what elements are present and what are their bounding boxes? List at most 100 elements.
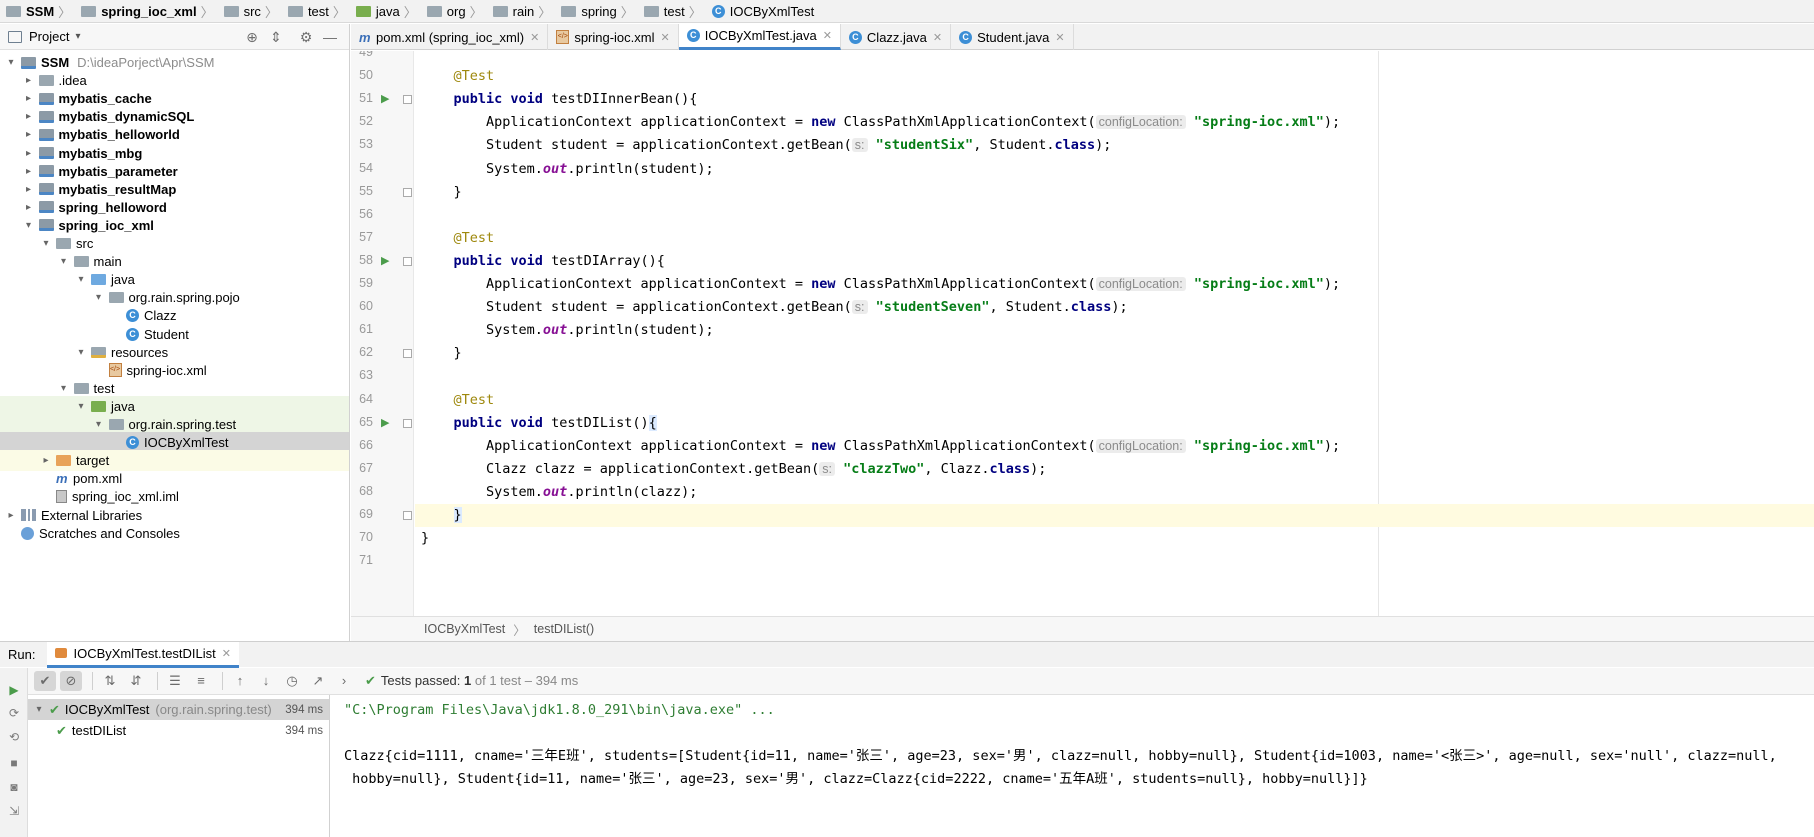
run-config-tab[interactable]: IOCByXmlTest.testDIList ✕ [47,641,239,668]
chevron-right-icon[interactable]: ▸ [22,202,36,213]
code-line[interactable]: public void testDIArray(){ [421,250,665,273]
export-icon[interactable]: ⇲ [7,804,21,818]
editor-breadcrumb-item[interactable]: IOCByXmlTest [424,622,505,636]
breadcrumb-item[interactable]: spring_ioc_xml 〉 [81,0,223,23]
code-line[interactable]: @Test [421,227,495,250]
run-test-icon[interactable]: ▶ [381,93,393,105]
chevron-down-icon[interactable]: ▾ [4,57,18,68]
run-test-icon[interactable]: ▶ [381,255,393,267]
code-line[interactable]: public void testDIList(){ [421,412,657,435]
close-icon[interactable]: ✕ [661,31,670,44]
chevron-right-icon[interactable]: › [333,671,355,691]
code-line[interactable]: System.out.println(clazz); [421,481,697,504]
close-icon[interactable]: ✕ [1055,31,1064,44]
locate-icon[interactable]: ⊕ [244,29,260,45]
code-line[interactable]: } [421,181,462,204]
close-icon[interactable]: ✕ [933,31,942,44]
run-test-icon[interactable]: ▶ [381,417,393,429]
code-line[interactable]: @Test [421,65,495,88]
chevron-down-icon[interactable]: ▾ [39,238,53,249]
close-icon[interactable]: ✕ [530,31,539,44]
editor-tab[interactable]: </> spring-ioc.xml ✕ [548,24,679,50]
sort-alphabetically-icon[interactable]: ⇅ [99,671,121,691]
console-output[interactable]: "C:\Program Files\Java\jdk1.8.0_291\bin\… [331,695,1814,837]
fold-marker-icon[interactable] [403,349,412,359]
chevron-right-icon[interactable]: ▸ [22,75,36,86]
code-line[interactable]: public void testDIInnerBean(){ [421,88,698,111]
code-line[interactable]: @Test [421,389,495,412]
editor-tab[interactable]: C Student.java ✕ [951,24,1074,50]
show-ignored-icon[interactable]: ⊘ [60,671,82,691]
editor-breadcrumb-item[interactable]: testDIList() [534,622,594,636]
gear-icon[interactable]: ⚙ [298,29,314,45]
breadcrumb-item[interactable]: java 〉 [355,0,427,23]
collapse-all-icon[interactable]: ≡ [190,671,212,691]
chevron-down-icon[interactable]: ▾ [74,401,88,412]
code-line[interactable]: } [421,342,462,365]
project-tree-item[interactable]: Scratches and Consoles [0,523,349,544]
fold-marker-icon[interactable] [403,418,412,428]
chevron-down-icon[interactable]: ▾ [57,256,71,267]
code-line[interactable]: ApplicationContext applicationContext = … [421,111,1340,134]
breadcrumb-item[interactable]: test 〉 [643,0,712,23]
chevron-right-icon[interactable]: ▸ [4,510,18,521]
chevron-down-icon[interactable]: ▾ [74,274,88,285]
expand-all-icon[interactable]: ☰ [164,671,186,691]
breadcrumb-item[interactable]: src 〉 [223,0,288,23]
export-results-icon[interactable]: ↗ [307,671,329,691]
fold-marker-icon[interactable] [403,256,412,266]
code-line[interactable]: Student student = applicationContext.get… [421,296,1128,319]
test-result-item[interactable]: ✔ testDIList 394 ms [28,720,329,741]
chevron-down-icon[interactable]: ▾ [32,704,46,715]
chevron-down-icon[interactable]: ▾ [74,347,88,358]
breadcrumb-item[interactable]: rain 〉 [492,0,562,23]
chevron-right-icon[interactable]: ▸ [22,129,36,140]
test-result-item[interactable]: ▾ ✔ IOCByXmlTest (org.rain.spring.test) 394 … [28,699,329,720]
breadcrumb-item[interactable]: SSM 〉 [6,0,81,23]
breadcrumb-item[interactable]: spring 〉 [561,0,643,23]
chevron-right-icon[interactable]: ▸ [39,455,53,466]
hide-icon[interactable]: — [322,29,338,45]
code-line[interactable]: } [415,504,1814,527]
chevron-right-icon[interactable]: ▸ [22,111,36,122]
fold-marker-icon[interactable] [403,187,412,197]
project-view-selector[interactable]: Project [29,29,69,44]
breadcrumb-item[interactable]: C IOCByXmlTest [711,0,819,23]
editor-tab[interactable]: m pom.xml (spring_ioc_xml) ✕ [351,24,549,50]
chevron-down-icon[interactable]: ▾ [92,292,106,303]
rerun-icon[interactable]: ▶ [7,683,21,697]
fold-marker-icon[interactable] [403,511,412,520]
chevron-down-icon[interactable]: ▾ [75,31,80,42]
code-line[interactable]: System.out.println(student); [421,319,714,342]
code-line[interactable]: ApplicationContext applicationContext = … [421,435,1340,458]
editor-tab[interactable]: C Clazz.java ✕ [841,24,952,50]
code-line[interactable]: ApplicationContext applicationContext = … [421,273,1340,296]
show-passed-icon[interactable]: ✔ [34,671,56,691]
code-line[interactable]: Clazz clazz = applicationContext.getBean… [421,458,1046,481]
code-line[interactable]: Student student = applicationContext.get… [421,134,1111,157]
editor-tab[interactable]: C IOCByXmlTest.java ✕ [678,24,841,50]
history-icon[interactable]: ◷ [281,671,303,691]
rerun-failed-icon[interactable]: ⟳ [7,706,21,720]
chevron-right-icon[interactable]: ▸ [22,93,36,104]
previous-failed-icon[interactable]: ↑ [229,671,251,691]
chevron-down-icon[interactable]: ▾ [92,419,106,430]
code-editor[interactable]: 49 50 51 ▶ 52 53 54 55 56 57 58 ▶ 59 60 61 62 63 64 65 ▶ 66 6… [351,51,1814,616]
chevron-right-icon[interactable]: ▸ [22,148,36,159]
chevron-down-icon[interactable]: ▾ [22,220,36,231]
next-failed-icon[interactable]: ↓ [255,671,277,691]
stop-icon[interactable]: ■ [7,756,21,770]
breadcrumb-item[interactable]: org 〉 [426,0,493,23]
fold-marker-icon[interactable] [403,95,412,105]
sort-by-duration-icon[interactable]: ⇵ [125,671,147,691]
camera-icon[interactable]: ◙ [7,780,21,794]
toggle-auto-test-icon[interactable]: ⟲ [7,730,21,744]
breadcrumb-item[interactable]: test 〉 [287,0,356,23]
close-icon[interactable]: ✕ [222,647,231,660]
code-line[interactable]: } [421,527,429,550]
chevron-right-icon[interactable]: ▸ [22,166,36,177]
chevron-down-icon[interactable]: ▾ [57,383,71,394]
close-icon[interactable]: ✕ [823,29,832,42]
code-line[interactable]: System.out.println(student); [421,158,714,181]
chevron-right-icon[interactable]: ▸ [22,184,36,195]
